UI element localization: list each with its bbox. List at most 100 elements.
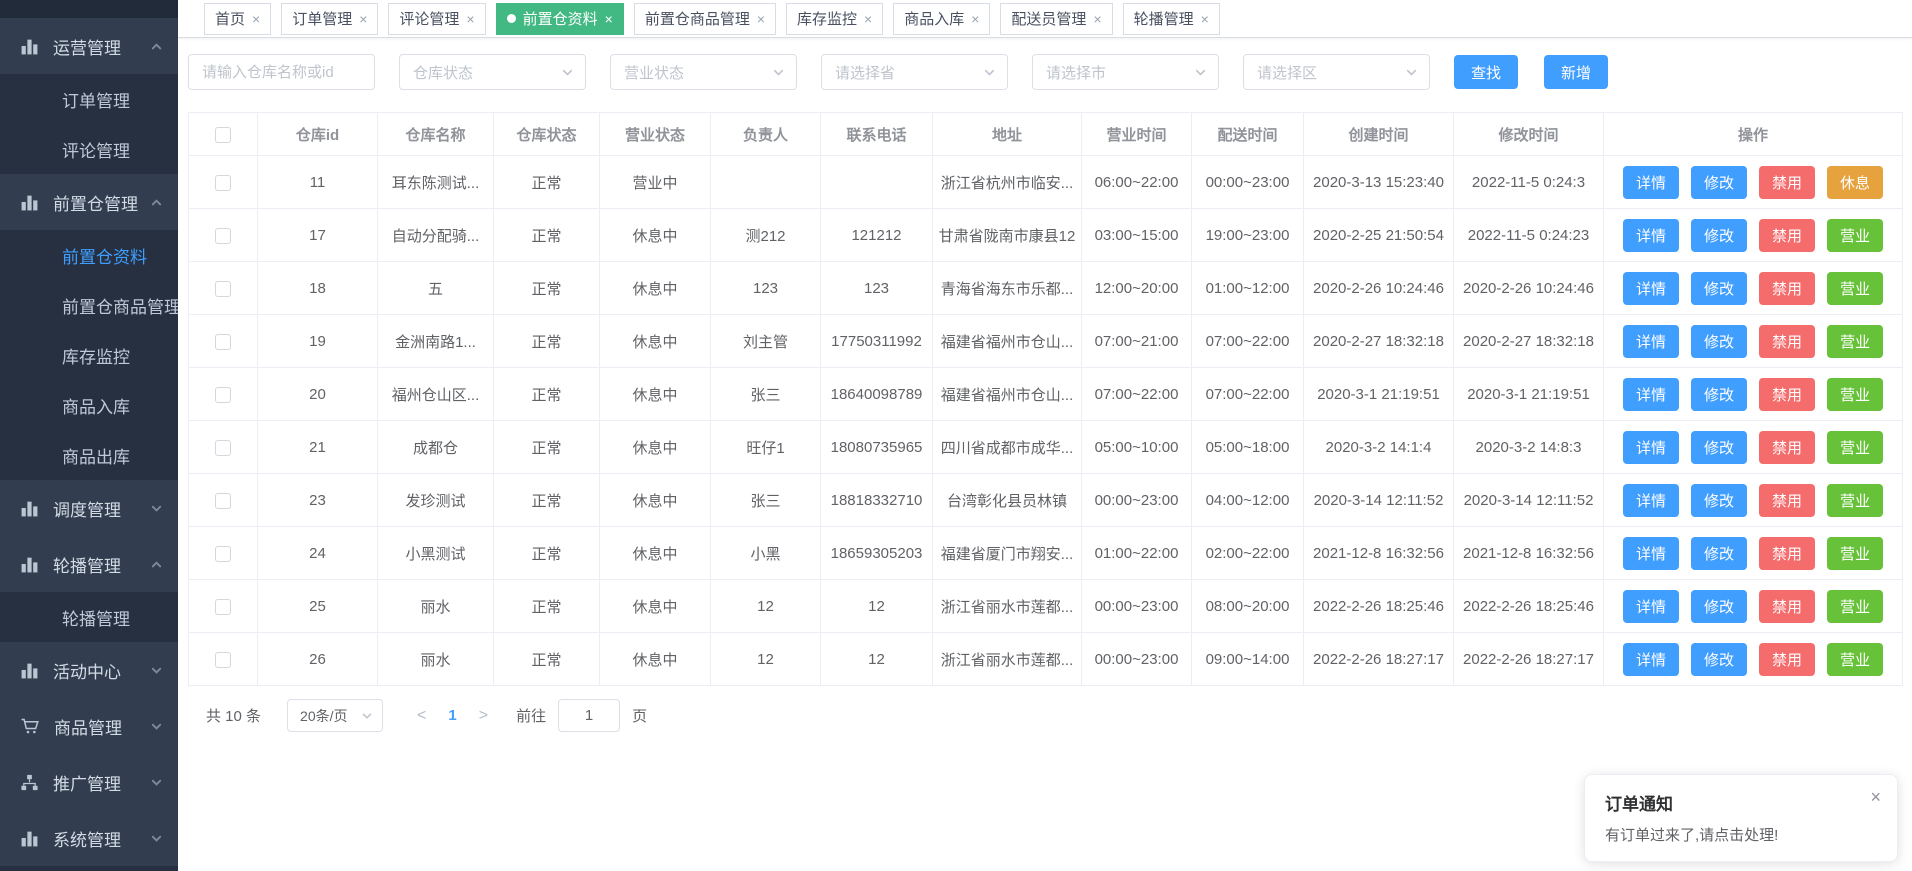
city-select[interactable]: 请选择市	[1032, 54, 1219, 90]
goto-page-input[interactable]	[558, 699, 620, 732]
tab-5[interactable]: 库存监控×	[786, 3, 883, 35]
sidebar-item-8[interactable]: 商品出库	[0, 430, 178, 480]
page-size-select[interactable]: 20条/页	[287, 699, 383, 732]
close-icon[interactable]: ×	[1870, 788, 1881, 806]
tab-8[interactable]: 轮播管理×	[1123, 3, 1220, 35]
disable-button[interactable]: 禁用	[1759, 166, 1815, 199]
edit-button[interactable]: 修改	[1691, 325, 1747, 358]
disable-button[interactable]: 禁用	[1759, 643, 1815, 676]
tab-3[interactable]: 前置仓资料×	[496, 3, 624, 35]
edit-button[interactable]: 修改	[1691, 219, 1747, 252]
detail-button[interactable]: 详情	[1623, 272, 1679, 305]
tab-6[interactable]: 商品入库×	[893, 3, 990, 35]
district-select[interactable]: 请选择区	[1243, 54, 1430, 90]
detail-button[interactable]: 详情	[1623, 219, 1679, 252]
edit-button[interactable]: 修改	[1691, 272, 1747, 305]
toggle-business-button[interactable]: 营业	[1827, 272, 1883, 305]
row-checkbox[interactable]	[215, 599, 231, 615]
business-status-select[interactable]: 营业状态	[610, 54, 797, 90]
row-checkbox[interactable]	[215, 652, 231, 668]
disable-button[interactable]: 禁用	[1759, 590, 1815, 623]
row-checkbox[interactable]	[215, 334, 231, 350]
disable-button[interactable]: 禁用	[1759, 431, 1815, 464]
detail-button[interactable]: 详情	[1623, 590, 1679, 623]
sidebar-item-11[interactable]: 轮播管理	[0, 592, 178, 642]
sidebar-item-2[interactable]: 评论管理	[0, 124, 178, 174]
toggle-business-button[interactable]: 营业	[1827, 537, 1883, 570]
disable-button[interactable]: 禁用	[1759, 325, 1815, 358]
disable-button[interactable]: 禁用	[1759, 272, 1815, 305]
edit-button[interactable]: 修改	[1691, 484, 1747, 517]
sidebar-group-0[interactable]: 运营管理	[0, 18, 178, 74]
toggle-business-button[interactable]: 营业	[1827, 378, 1883, 411]
detail-button[interactable]: 详情	[1623, 484, 1679, 517]
sidebar-group-15[interactable]: 系统管理	[0, 810, 178, 866]
sidebar-group-14[interactable]: 推广管理	[0, 754, 178, 810]
cell-id: 24	[258, 527, 378, 580]
tab-0[interactable]: 首页×	[204, 3, 271, 35]
tab-4[interactable]: 前置仓商品管理×	[634, 3, 776, 35]
edit-button[interactable]: 修改	[1691, 590, 1747, 623]
next-page-button[interactable]: >	[469, 707, 498, 725]
row-checkbox[interactable]	[215, 228, 231, 244]
add-button[interactable]: 新增	[1544, 55, 1608, 89]
province-select[interactable]: 请选择省	[821, 54, 1008, 90]
page-number[interactable]: 1	[436, 707, 468, 724]
tab-1[interactable]: 订单管理×	[281, 3, 378, 35]
edit-button[interactable]: 修改	[1691, 431, 1747, 464]
sidebar-item-4[interactable]: 前置仓资料	[0, 230, 178, 280]
sidebar-group-3[interactable]: 前置仓管理	[0, 174, 178, 230]
detail-button[interactable]: 详情	[1623, 431, 1679, 464]
detail-button[interactable]: 详情	[1623, 537, 1679, 570]
row-checkbox[interactable]	[215, 493, 231, 509]
disable-button[interactable]: 禁用	[1759, 537, 1815, 570]
row-checkbox[interactable]	[215, 387, 231, 403]
row-checkbox[interactable]	[215, 281, 231, 297]
detail-button[interactable]: 详情	[1623, 378, 1679, 411]
sidebar-group-13[interactable]: 商品管理	[0, 698, 178, 754]
toggle-business-button[interactable]: 营业	[1827, 431, 1883, 464]
disable-button[interactable]: 禁用	[1759, 219, 1815, 252]
select-all-checkbox[interactable]	[215, 127, 231, 143]
edit-button[interactable]: 修改	[1691, 166, 1747, 199]
toggle-business-button[interactable]: 营业	[1827, 643, 1883, 676]
warehouse-status-select[interactable]: 仓库状态	[399, 54, 586, 90]
sidebar-item-5[interactable]: 前置仓商品管理	[0, 280, 178, 330]
close-icon[interactable]: ×	[757, 12, 765, 26]
disable-button[interactable]: 禁用	[1759, 484, 1815, 517]
detail-button[interactable]: 详情	[1623, 643, 1679, 676]
toggle-business-button[interactable]: 营业	[1827, 325, 1883, 358]
toggle-business-button[interactable]: 休息	[1827, 166, 1883, 199]
row-checkbox[interactable]	[215, 440, 231, 456]
toggle-business-button[interactable]: 营业	[1827, 590, 1883, 623]
detail-button[interactable]: 详情	[1623, 325, 1679, 358]
close-icon[interactable]: ×	[971, 12, 979, 26]
row-checkbox[interactable]	[215, 546, 231, 562]
edit-button[interactable]: 修改	[1691, 643, 1747, 676]
sidebar-item-7[interactable]: 商品入库	[0, 380, 178, 430]
close-icon[interactable]: ×	[359, 12, 367, 26]
toggle-business-button[interactable]: 营业	[1827, 484, 1883, 517]
close-icon[interactable]: ×	[1093, 12, 1101, 26]
prev-page-button[interactable]: <	[407, 707, 436, 725]
close-icon[interactable]: ×	[252, 12, 260, 26]
sidebar-group-12[interactable]: 活动中心	[0, 642, 178, 698]
disable-button[interactable]: 禁用	[1759, 378, 1815, 411]
sidebar-item-6[interactable]: 库存监控	[0, 330, 178, 380]
close-icon[interactable]: ×	[466, 12, 474, 26]
toggle-business-button[interactable]: 营业	[1827, 219, 1883, 252]
edit-button[interactable]: 修改	[1691, 537, 1747, 570]
edit-button[interactable]: 修改	[1691, 378, 1747, 411]
sidebar-group-9[interactable]: 调度管理	[0, 480, 178, 536]
close-icon[interactable]: ×	[605, 12, 613, 26]
sidebar-item-1[interactable]: 订单管理	[0, 74, 178, 124]
warehouse-search-input[interactable]	[188, 54, 375, 90]
close-icon[interactable]: ×	[864, 12, 872, 26]
detail-button[interactable]: 详情	[1623, 166, 1679, 199]
tab-2[interactable]: 评论管理×	[388, 3, 485, 35]
sidebar-group-10[interactable]: 轮播管理	[0, 536, 178, 592]
row-checkbox[interactable]	[215, 175, 231, 191]
tab-7[interactable]: 配送员管理×	[1000, 3, 1112, 35]
close-icon[interactable]: ×	[1201, 12, 1209, 26]
search-button[interactable]: 查找	[1454, 55, 1518, 89]
